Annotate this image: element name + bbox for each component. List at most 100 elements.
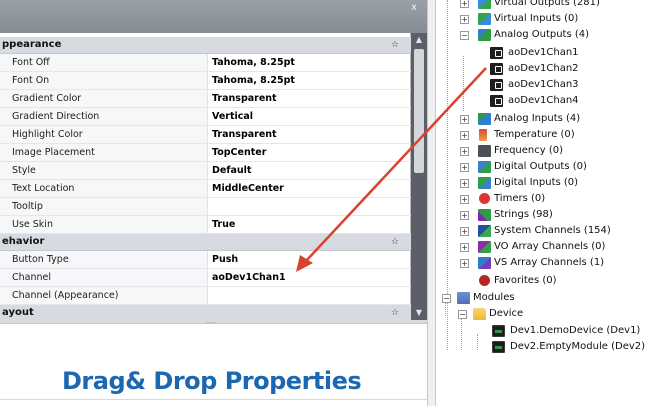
collapse-icon[interactable]: − (458, 310, 467, 319)
property-value[interactable]: MiddleCenter (209, 180, 411, 197)
collapse-icon[interactable]: ☆ (391, 37, 399, 53)
window-divider (427, 0, 436, 406)
tree-node-dev2[interactable]: Dev2.EmptyModule (Dev2) (492, 340, 670, 354)
property-row-gradient-direction[interactable]: Gradient Direction Vertical (0, 108, 411, 126)
property-row-channel[interactable]: Channel aoDev1Chan1 (0, 269, 411, 287)
property-value[interactable]: Transparent (209, 126, 411, 143)
property-row-image-placement[interactable]: Image Placement TopCenter (0, 144, 411, 162)
tree-connector (461, 318, 462, 350)
property-name: Channel (Appearance) (0, 287, 208, 304)
property-name: Font On (0, 72, 208, 89)
expand-icon[interactable]: + (460, 131, 469, 140)
category-label: ayout (2, 307, 34, 318)
tree-node-label: aoDev1Chan2 (508, 63, 579, 74)
tree-node-virtual-outputs[interactable]: + Virtual Outputs (281) (460, 0, 670, 10)
property-name: Gradient Color (0, 90, 208, 107)
property-row-button-type[interactable]: Button Type Push (0, 251, 411, 269)
tree-node-modules[interactable]: − Modules (442, 291, 662, 305)
timer-icon (479, 193, 490, 204)
expand-icon[interactable]: + (460, 227, 469, 236)
scroll-down-icon[interactable]: ▼ (411, 306, 427, 320)
property-row-style[interactable]: Style Default (0, 162, 411, 180)
tree-node-device[interactable]: − Device (458, 307, 668, 321)
property-name: Button Type (0, 251, 208, 268)
property-value[interactable]: TopCenter (209, 144, 411, 161)
virtual-outputs-icon (478, 0, 491, 9)
modules-icon (457, 292, 470, 304)
splitter-grip-icon: ..... (206, 318, 216, 325)
tree-node-aodev1chan3[interactable]: aoDev1Chan3 (490, 78, 660, 92)
tree-node-aodev1chan2[interactable]: aoDev1Chan2 (490, 62, 660, 76)
property-row-font-off[interactable]: Font Off Tahoma, 8.25pt (0, 54, 411, 72)
category-behavior[interactable]: ehavior ☆ (0, 234, 411, 251)
tree-node-virtual-inputs[interactable]: + Virtual Inputs (0) (460, 12, 670, 26)
close-icon[interactable]: x (407, 2, 421, 14)
scroll-up-icon[interactable]: ▲ (411, 33, 427, 47)
panel-splitter[interactable]: ..... (0, 318, 427, 325)
property-row-font-on[interactable]: Font On Tahoma, 8.25pt (0, 72, 411, 90)
tree-node-timers[interactable]: + Timers (0) (460, 192, 670, 206)
tree-node-vo-array-channels[interactable]: + VO Array Channels (0) (460, 240, 670, 254)
tree-node-label: Analog Outputs (4) (494, 29, 590, 40)
property-grid: ppearance ☆ Font Off Tahoma, 8.25pt Font… (0, 33, 411, 322)
collapse-icon[interactable]: ☆ (391, 305, 399, 321)
collapse-icon[interactable]: ☆ (391, 234, 399, 250)
property-row-tooltip[interactable]: Tooltip (0, 198, 411, 216)
expand-icon[interactable]: + (460, 163, 469, 172)
scroll-thumb[interactable] (414, 49, 424, 173)
property-value[interactable]: Push (209, 251, 411, 268)
expand-icon[interactable]: + (460, 147, 469, 156)
tree-node-label: Dev2.EmptyModule (Dev2) (510, 341, 646, 352)
strings-icon (478, 209, 491, 221)
tree-node-dev1[interactable]: Dev1.DemoDevice (Dev1) (492, 324, 670, 338)
tree-connector (477, 334, 478, 350)
property-value[interactable]: aoDev1Chan1 (209, 269, 411, 286)
property-value[interactable]: Transparent (209, 90, 411, 107)
tree-node-digital-inputs[interactable]: + Digital Inputs (0) (460, 176, 670, 190)
favorites-icon (479, 275, 490, 286)
analog-outputs-icon (478, 29, 491, 41)
collapse-icon[interactable]: − (442, 294, 451, 303)
expand-icon[interactable]: + (460, 179, 469, 188)
property-row-use-skin[interactable]: Use Skin True (0, 216, 411, 234)
property-value[interactable]: Vertical (209, 108, 411, 125)
property-row-highlight-color[interactable]: Highlight Color Transparent (0, 126, 411, 144)
property-value[interactable]: Tahoma, 8.25pt (209, 54, 411, 71)
expand-icon[interactable]: + (460, 15, 469, 24)
expand-icon[interactable]: + (460, 195, 469, 204)
property-value[interactable] (209, 287, 411, 304)
tree-node-vs-array-channels[interactable]: + VS Array Channels (1) (460, 256, 670, 270)
tree-node-analog-inputs[interactable]: + Analog Inputs (4) (460, 112, 670, 126)
tree-node-aodev1chan4[interactable]: aoDev1Chan4 (490, 94, 660, 108)
property-value[interactable]: Tahoma, 8.25pt (209, 72, 411, 89)
collapse-icon[interactable]: − (460, 31, 469, 40)
expand-icon[interactable]: + (460, 259, 469, 268)
tree-node-digital-outputs[interactable]: + Digital Outputs (0) (460, 160, 670, 174)
property-row-gradient-color[interactable]: Gradient Color Transparent (0, 90, 411, 108)
tree-node-analog-outputs[interactable]: − Analog Outputs (4) (460, 28, 670, 42)
property-grid-scrollbar[interactable]: ▲ ▼ (411, 33, 427, 320)
property-row-channel-appearance[interactable]: Channel (Appearance) (0, 287, 411, 305)
property-name: Style (0, 162, 208, 179)
tree-node-temperature[interactable]: + Temperature (0) (460, 128, 670, 142)
tree-node-favorites[interactable]: Favorites (0) (460, 274, 670, 288)
tree-node-system-channels[interactable]: + System Channels (154) (460, 224, 670, 238)
expand-icon[interactable]: + (460, 115, 469, 124)
property-name: Tooltip (0, 198, 208, 215)
tree-node-label: aoDev1Chan4 (508, 95, 579, 106)
expand-icon[interactable]: + (460, 211, 469, 220)
expand-icon[interactable]: + (460, 243, 469, 252)
property-value[interactable]: True (209, 216, 411, 233)
tree-node-label: Digital Outputs (0) (494, 161, 587, 172)
property-name: Highlight Color (0, 126, 208, 143)
category-appearance[interactable]: ppearance ☆ (0, 37, 411, 54)
tree-node-label: Digital Inputs (0) (494, 177, 579, 188)
expand-icon[interactable]: + (460, 0, 469, 8)
property-value[interactable] (209, 198, 411, 215)
tree-node-frequency[interactable]: + Frequency (0) (460, 144, 670, 158)
tree-node-label: System Channels (154) (494, 225, 611, 236)
property-value[interactable]: Default (209, 162, 411, 179)
property-row-text-location[interactable]: Text Location MiddleCenter (0, 180, 411, 198)
tree-node-strings[interactable]: + Strings (98) (460, 208, 670, 222)
tree-node-aodev1chan1[interactable]: aoDev1Chan1 (490, 46, 660, 60)
